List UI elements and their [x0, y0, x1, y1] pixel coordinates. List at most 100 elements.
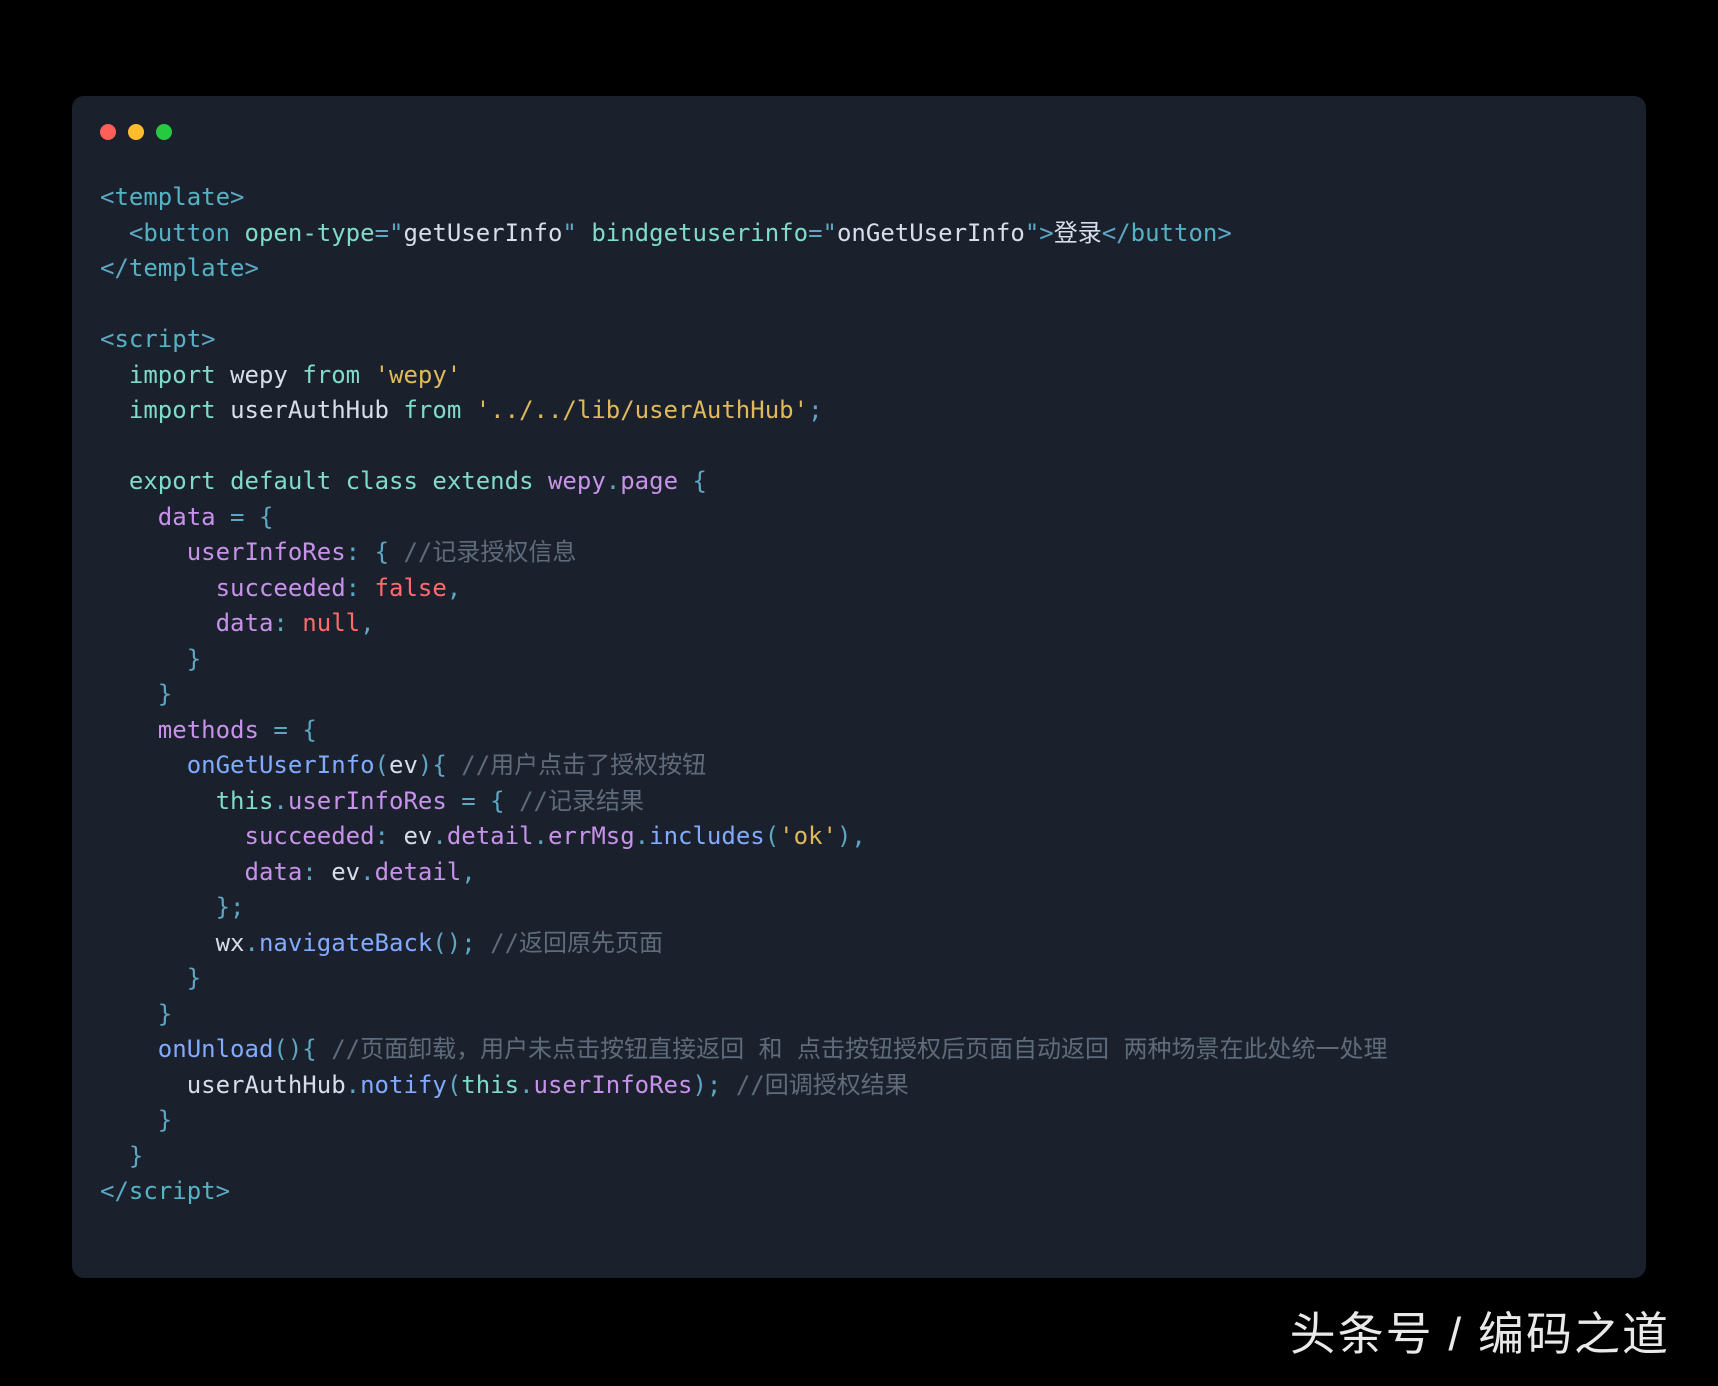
- code-token: [360, 361, 374, 389]
- code-token: open-type: [245, 219, 375, 247]
- close-icon[interactable]: [100, 124, 116, 140]
- code-block: <template> <button open-type="getUserInf…: [100, 180, 1618, 1210]
- code-token: ev: [403, 822, 432, 850]
- code-token: ": [823, 219, 837, 247]
- code-token: [577, 219, 591, 247]
- code-token: [476, 929, 490, 957]
- code-token: ): [288, 1035, 302, 1063]
- code-token: .: [519, 1071, 533, 1099]
- code-token: {: [692, 467, 706, 495]
- code-token: .: [534, 822, 548, 850]
- code-token: .: [635, 822, 649, 850]
- code-token: succeeded: [245, 822, 375, 850]
- code-token: userAuthHub: [187, 1071, 346, 1099]
- watermark-text: 头条号 / 编码之道: [1290, 1298, 1670, 1364]
- code-token: ;: [808, 396, 822, 424]
- code-token: (: [375, 751, 389, 779]
- code-token: //页面卸载，用户未点击按钮直接返回 和 点击按钮授权后页面自动返回 两种场景在…: [331, 1035, 1387, 1063]
- code-token: script: [114, 325, 201, 353]
- code-token: [245, 503, 259, 531]
- code-token: [476, 787, 490, 815]
- code-token: notify: [360, 1071, 447, 1099]
- code-token: [360, 574, 374, 602]
- code-token: ): [837, 822, 851, 850]
- code-token: }: [158, 1000, 172, 1028]
- code-token: ev: [331, 858, 360, 886]
- code-window: <template> <button open-type="getUserInf…: [72, 96, 1646, 1278]
- code-token: [389, 822, 403, 850]
- code-token: [534, 467, 548, 495]
- code-token: :: [375, 822, 389, 850]
- code-token: .: [360, 858, 374, 886]
- code-token: ,: [360, 609, 374, 637]
- code-token: //记录结果: [519, 787, 644, 815]
- code-token: userInfoRes: [187, 538, 346, 566]
- code-token: [678, 467, 692, 495]
- code-token: wepy: [548, 467, 606, 495]
- code-token: [317, 858, 331, 886]
- code-token: {: [375, 538, 389, 566]
- code-token: onGetUserInfo: [187, 751, 375, 779]
- code-token: ,: [461, 858, 475, 886]
- code-token: .: [432, 822, 446, 850]
- code-token: onGetUserInfo: [837, 219, 1025, 247]
- code-token: <: [100, 183, 114, 211]
- code-token: navigateBack: [259, 929, 432, 957]
- code-token: ): [418, 751, 432, 779]
- code-token: [360, 538, 374, 566]
- code-token: [447, 787, 461, 815]
- code-token: ": [389, 219, 403, 247]
- code-token: detail: [447, 822, 534, 850]
- code-token: 'wepy': [375, 361, 462, 389]
- code-token: [418, 467, 432, 495]
- code-token: wx: [216, 929, 245, 957]
- code-token: [317, 1035, 331, 1063]
- code-token: .: [273, 787, 287, 815]
- code-token: }: [158, 680, 172, 708]
- code-token: ": [1025, 219, 1039, 247]
- code-token: (: [765, 822, 779, 850]
- code-token: import: [129, 361, 216, 389]
- code-token: .: [346, 1071, 360, 1099]
- code-token: :: [302, 858, 316, 886]
- window-traffic-lights: [100, 124, 1618, 140]
- code-token: :: [346, 538, 360, 566]
- code-token: succeeded: [216, 574, 346, 602]
- code-token: import: [129, 396, 216, 424]
- code-token: [288, 609, 302, 637]
- code-token: null: [302, 609, 360, 637]
- code-token: </: [100, 1177, 129, 1205]
- code-token: //记录授权信息: [403, 538, 576, 566]
- minimize-icon[interactable]: [128, 124, 144, 140]
- code-token: [216, 503, 230, 531]
- code-token: ,: [447, 574, 461, 602]
- code-token: }: [129, 1142, 143, 1170]
- code-token: ;: [707, 1071, 721, 1099]
- code-token: }: [216, 893, 230, 921]
- code-token: page: [620, 467, 678, 495]
- code-token: detail: [375, 858, 462, 886]
- code-token: template: [129, 254, 245, 282]
- code-token: [389, 538, 403, 566]
- maximize-icon[interactable]: [156, 124, 172, 140]
- code-token: [216, 467, 230, 495]
- code-token: userInfoRes: [288, 787, 447, 815]
- code-token: script: [129, 1177, 216, 1205]
- code-token: }: [187, 645, 201, 673]
- code-token: }: [158, 1106, 172, 1134]
- code-token: >: [230, 183, 244, 211]
- code-token: userInfoRes: [534, 1071, 693, 1099]
- code-token: default: [230, 467, 331, 495]
- code-token: [230, 219, 244, 247]
- code-token: false: [375, 574, 447, 602]
- code-token: >: [1039, 219, 1053, 247]
- code-token: ,: [851, 822, 865, 850]
- code-token: [389, 396, 403, 424]
- code-token: [259, 716, 273, 744]
- code-token: {: [490, 787, 504, 815]
- code-token: 'ok': [779, 822, 837, 850]
- code-token: </: [100, 254, 129, 282]
- code-token: .: [606, 467, 620, 495]
- code-token: ;: [461, 929, 475, 957]
- code-token: >: [1217, 219, 1231, 247]
